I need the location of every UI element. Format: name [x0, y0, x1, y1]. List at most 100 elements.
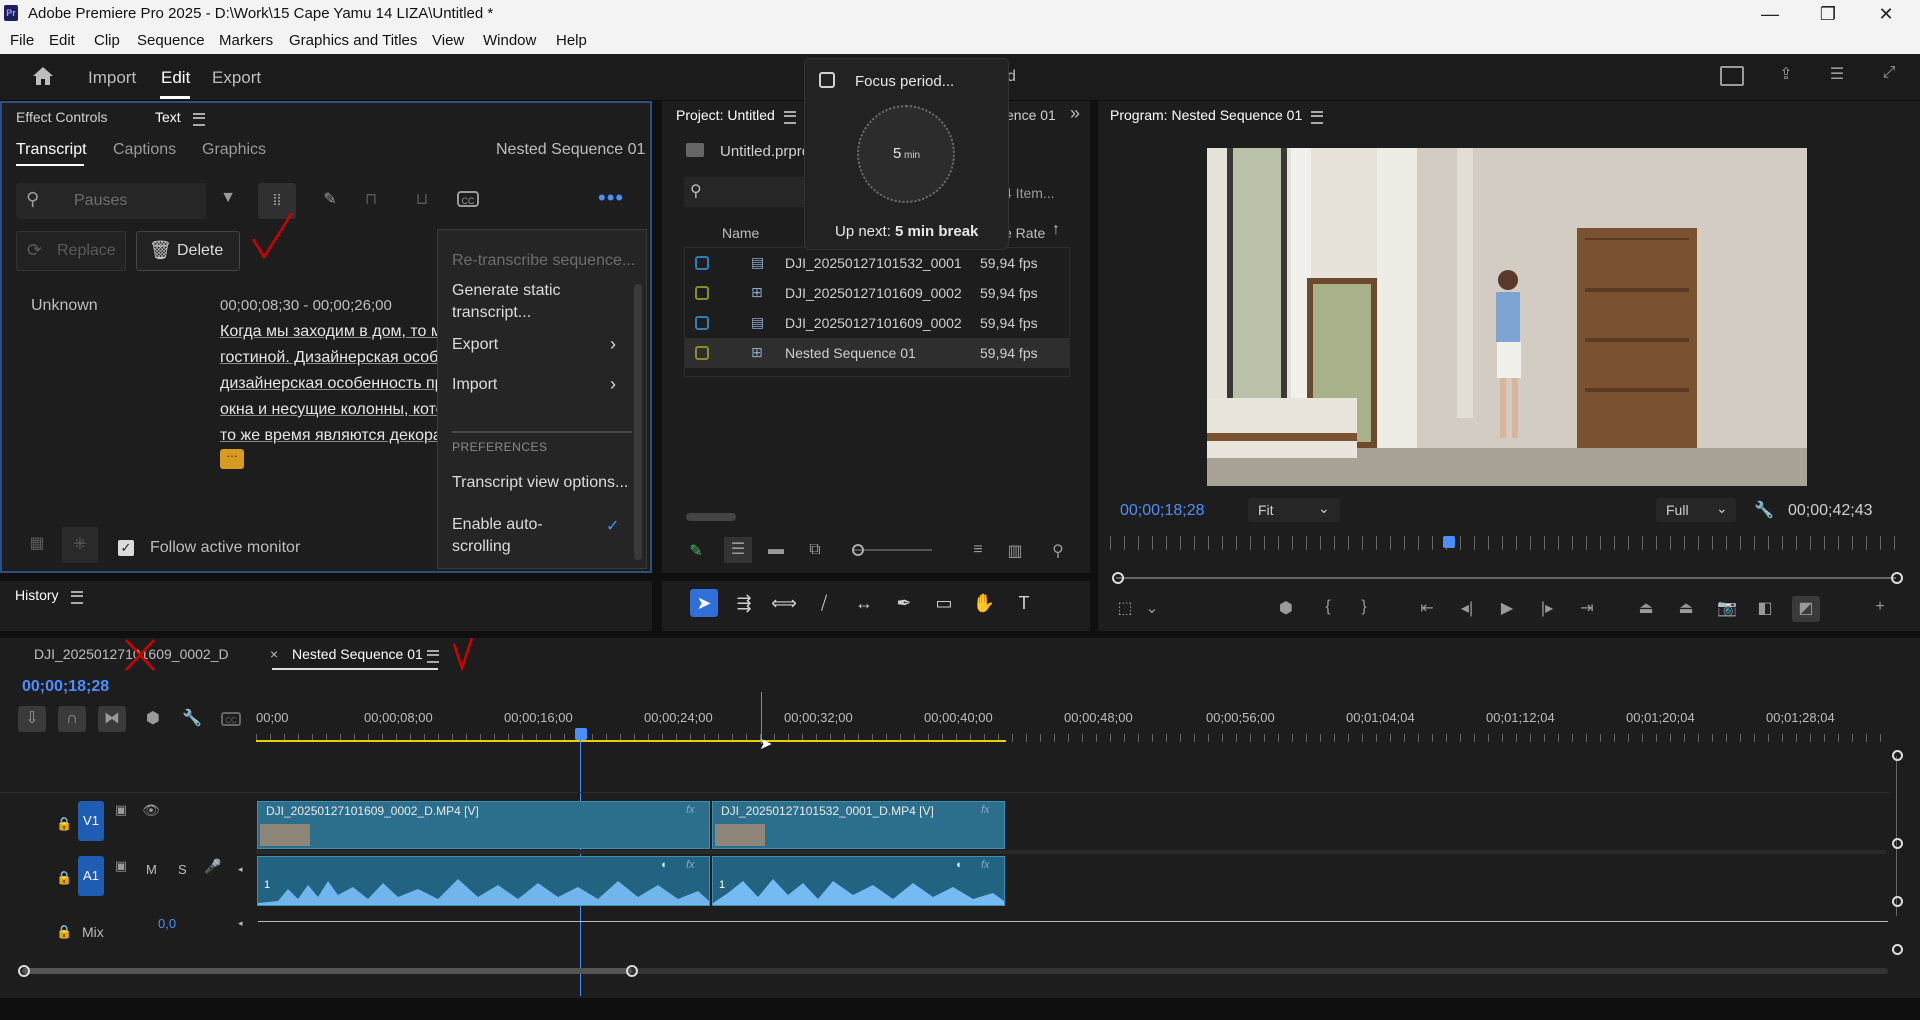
panel-menu-icon[interactable]	[1311, 111, 1323, 124]
fx-badge-icon[interactable]: fx	[686, 804, 695, 816]
type-tool-icon[interactable]: T	[1010, 589, 1038, 617]
panel-overflow-icon[interactable]: »	[1070, 103, 1080, 124]
microphone-icon[interactable]: 🎤	[204, 858, 221, 875]
header-tab-export[interactable]: Export	[212, 68, 261, 88]
horizontal-scrollbar[interactable]	[686, 513, 736, 521]
captions-icon[interactable]: CC	[457, 191, 479, 207]
captions-track-icon[interactable]: CC	[221, 712, 241, 726]
audio-clip[interactable]: 1 ◖ fx	[257, 856, 710, 906]
menu-item-export[interactable]: Export	[452, 336, 498, 354]
label-color-swatch[interactable]	[695, 256, 709, 270]
merge-up-icon[interactable]: ⊓	[359, 189, 383, 209]
list-item[interactable]: ⊞ DJI_20250127101609_0002 59,94 fps	[685, 278, 1069, 308]
pencil-icon[interactable]: ✎	[686, 541, 706, 561]
slip-tool-icon[interactable]: ↔	[850, 589, 878, 617]
list-item[interactable]: ▤ DJI_20250127101609_0002 59,94 fps	[685, 308, 1069, 338]
safe-margins-icon[interactable]: ⬚	[1114, 598, 1136, 618]
program-playhead[interactable]	[1443, 536, 1455, 548]
work-area-bar[interactable]	[256, 740, 1006, 742]
zoom-slider[interactable]	[852, 549, 932, 551]
subtab-transcript[interactable]: Transcript	[16, 141, 87, 159]
header-tab-import[interactable]: Import	[88, 68, 136, 88]
tab-history[interactable]: History	[15, 587, 59, 603]
focus-timer-dial[interactable]: 5 min	[857, 105, 955, 203]
eye-icon[interactable]: 👁	[142, 802, 160, 819]
panel-menu-icon[interactable]	[193, 113, 205, 126]
menu-window[interactable]: Window	[483, 32, 536, 49]
label-color-swatch[interactable]	[695, 346, 709, 360]
workspaces-menu-icon[interactable]: ☰	[1824, 64, 1850, 84]
transcript-line[interactable]: Когда мы заходим в дом, то мы	[220, 319, 440, 345]
panel-menu-icon[interactable]	[427, 650, 439, 663]
subtab-graphics[interactable]: Graphics	[202, 141, 266, 159]
timeline-zoom-thumb[interactable]	[22, 968, 632, 974]
mix-volume[interactable]: 0,0	[158, 916, 176, 931]
scroll-handle[interactable]	[1892, 750, 1903, 761]
timeline-tab-active[interactable]: Nested Sequence 01	[292, 646, 423, 662]
audio-clip[interactable]: 1 ◖ fx	[712, 856, 1005, 906]
proxy-toggle-icon[interactable]: ◩	[1792, 596, 1820, 622]
column-name[interactable]: Name	[722, 225, 759, 241]
transcript-line[interactable]: гостиной. Дизайнерская особе	[220, 345, 440, 371]
speaker-label[interactable]: Unknown	[31, 297, 98, 315]
tab-effect-controls[interactable]: Effect Controls	[16, 109, 108, 125]
tab-project[interactable]: Project: Untitled	[676, 107, 775, 123]
hand-tool-icon[interactable]: ✋	[970, 589, 998, 617]
maximize-icon[interactable]: ❐	[1800, 0, 1856, 28]
merge-down-icon[interactable]: ⊔	[410, 189, 434, 209]
tab-sequence-partial[interactable]: ence 01	[1006, 107, 1056, 123]
fullscreen-icon[interactable]: ⤢	[1876, 64, 1902, 82]
sync-lock-icon[interactable]: ▣	[112, 858, 130, 874]
label-color-swatch[interactable]	[695, 316, 709, 330]
pencil-icon[interactable]: ✎	[318, 189, 342, 209]
expand-arrow-icon[interactable]: ◂	[238, 864, 243, 875]
scroll-handle-left[interactable]	[1112, 572, 1124, 584]
header-tab-edit[interactable]: Edit	[161, 68, 190, 88]
sync-lock-icon[interactable]: ▣	[112, 802, 130, 818]
automate-icon[interactable]: ▥	[1004, 541, 1026, 561]
sort-arrow-icon[interactable]: ↑	[1052, 221, 1060, 239]
add-marker-icon[interactable]: ⬢	[1276, 598, 1296, 618]
video-clip[interactable]: DJI_20250127101532_0001_D.MP4 [V] fx	[712, 801, 1005, 849]
scroll-handle[interactable]	[1892, 838, 1903, 849]
mute-button[interactable]: M	[146, 862, 157, 877]
fx-badge-icon[interactable]: fx	[686, 859, 695, 871]
ripple-edit-tool-icon[interactable]: ⟺	[770, 589, 798, 617]
linked-selection-icon[interactable]: ⧓	[98, 706, 126, 732]
minimize-icon[interactable]: —	[1742, 0, 1798, 28]
timeline-playhead-handle[interactable]	[575, 728, 587, 740]
fx-badge-icon[interactable]: fx	[981, 859, 990, 871]
sync-transcript-icon[interactable]: ▦	[24, 533, 50, 553]
quality-dropdown[interactable]: Full ⌄	[1656, 498, 1736, 522]
step-back-icon[interactable]: ◂|	[1456, 598, 1478, 618]
extract-icon[interactable]: ⏏	[1674, 598, 1698, 618]
timeline-current-time[interactable]: 00;00;18;28	[22, 678, 109, 696]
selection-tool-icon[interactable]: ➤	[690, 589, 718, 617]
close-icon[interactable]: ✕	[1858, 0, 1914, 28]
menu-item-generate-static[interactable]: Generate static transcript...	[452, 280, 572, 324]
panel-menu-icon[interactable]	[71, 591, 83, 604]
search-input[interactable]: Pauses	[74, 192, 127, 210]
lock-icon[interactable]: 🔒	[56, 816, 72, 832]
transcript-line[interactable]: дизайнерская особенность пр	[220, 371, 440, 397]
comparison-view-icon[interactable]: ◧	[1754, 598, 1776, 618]
tab-text[interactable]: Text	[155, 109, 181, 125]
step-forward-icon[interactable]: |▸	[1536, 598, 1558, 618]
razor-tool-icon[interactable]: ⧸	[810, 589, 838, 617]
menu-edit[interactable]: Edit	[49, 32, 75, 49]
zoom-scrollbar[interactable]	[1116, 577, 1896, 579]
video-clip[interactable]: DJI_20250127101609_0002_D.MP4 [V] fx	[257, 801, 710, 849]
panel-layout-icon[interactable]	[1720, 66, 1744, 86]
transcript-line[interactable]: то же время являются декорат	[220, 423, 440, 449]
pause-marker-icon[interactable]: ⋯	[220, 449, 244, 469]
snap-icon[interactable]: ∩	[58, 706, 86, 732]
list-item-selected[interactable]: ⊞ Nested Sequence 01 59,94 fps	[685, 338, 1069, 368]
zoom-slider-handle[interactable]	[852, 544, 864, 556]
menu-scrollbar[interactable]	[634, 284, 642, 560]
expand-arrow-icon[interactable]: ◂	[238, 918, 243, 929]
split-caption-icon[interactable]: ⁜	[62, 527, 98, 563]
scroll-handle-right[interactable]	[1891, 572, 1903, 584]
wrench-icon[interactable]: 🔧	[1754, 500, 1774, 520]
track-target-a1[interactable]: A1	[78, 856, 104, 896]
menu-clip[interactable]: Clip	[94, 32, 120, 49]
